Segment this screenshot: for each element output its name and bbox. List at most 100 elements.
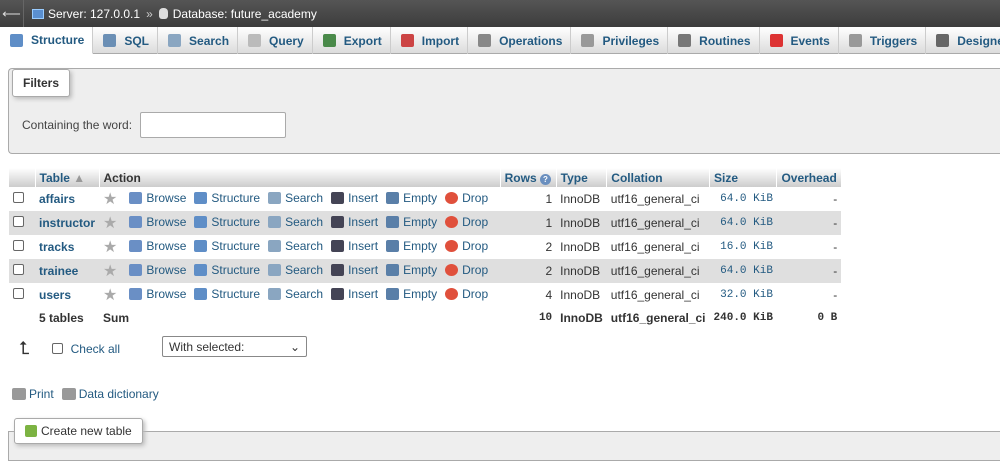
check-all-label[interactable]: Check all	[71, 342, 120, 356]
structure-link[interactable]: Structure	[194, 287, 260, 301]
tab-privileges[interactable]: Privileges	[571, 27, 669, 54]
tab-routines[interactable]: Routines	[668, 27, 760, 54]
browse-link[interactable]: Browse	[129, 191, 186, 205]
header-rows[interactable]: Rows ?	[500, 168, 557, 187]
empty-link[interactable]: Empty	[386, 191, 437, 205]
import-icon	[400, 34, 414, 47]
dictionary-icon	[61, 388, 76, 400]
create-table-button[interactable]: Create new table	[14, 418, 143, 444]
search-link[interactable]: Search	[268, 263, 323, 277]
summary-label: Sum	[99, 307, 501, 328]
check-all-bar: ⮤ Check all	[19, 338, 120, 359]
browse-link[interactable]: Browse	[129, 263, 186, 277]
star-icon[interactable]: ★	[103, 287, 117, 304]
tab-search[interactable]: Search	[158, 27, 239, 54]
header-type[interactable]: Type	[556, 168, 608, 187]
summary-row: 5 tables Sum 10 InnoDB utf16_general_ci 240.0…	[9, 307, 842, 328]
row-checkbox[interactable]	[13, 216, 24, 227]
search-link[interactable]: Search	[268, 287, 323, 301]
row-overhead: -	[776, 235, 842, 259]
database-icon	[158, 8, 168, 19]
tab-designer[interactable]: Designer	[926, 27, 1000, 54]
filters-panel	[8, 68, 1000, 154]
table-name-link[interactable]: affairs	[35, 187, 100, 211]
row-checkbox[interactable]	[13, 264, 24, 275]
empty-link[interactable]: Empty	[386, 215, 437, 229]
server-icon	[32, 8, 44, 19]
header-size[interactable]: Size	[709, 168, 778, 187]
tab-events[interactable]: Events	[760, 27, 839, 54]
drop-link[interactable]: Drop	[445, 191, 488, 205]
drop-link[interactable]: Drop	[445, 215, 488, 229]
row-size: 64.0 KiB	[709, 211, 777, 235]
browse-link[interactable]: Browse	[129, 287, 186, 301]
tables-list: Table ▲ Action Rows ? Type Collation Siz…	[9, 168, 842, 328]
row-count: 1	[500, 211, 557, 235]
drop-icon	[445, 263, 459, 276]
back-arrow-icon[interactable]: ⟵	[0, 0, 24, 27]
with-selected-select[interactable]: With selected: ⌄	[162, 336, 307, 357]
structure-link[interactable]: Structure	[194, 239, 260, 253]
drop-link[interactable]: Drop	[445, 287, 488, 301]
table-name-link[interactable]: trainee	[35, 259, 100, 283]
structure-link[interactable]: Structure	[194, 263, 260, 277]
search-link[interactable]: Search	[268, 191, 323, 205]
data-dictionary-link[interactable]: Data dictionary	[61, 387, 159, 401]
table-name-link[interactable]: users	[35, 283, 100, 307]
tab-export[interactable]: Export	[313, 27, 391, 54]
summary-overhead: 0 B	[776, 307, 842, 328]
triggers-icon	[848, 34, 862, 47]
drop-link[interactable]: Drop	[445, 239, 488, 253]
row-checkbox[interactable]	[13, 288, 24, 299]
structure-icon	[194, 263, 208, 276]
star-icon[interactable]: ★	[103, 239, 117, 256]
structure-link[interactable]: Structure	[194, 191, 260, 205]
star-icon[interactable]: ★	[103, 191, 117, 208]
tab-query[interactable]: Query	[238, 27, 313, 54]
header-overhead[interactable]: Overhead	[776, 168, 842, 187]
browse-link[interactable]: Browse	[129, 239, 186, 253]
tab-import[interactable]: Import	[391, 27, 469, 54]
insert-link[interactable]: Insert	[331, 215, 378, 229]
check-all-checkbox[interactable]	[51, 343, 63, 354]
search-link[interactable]: Search	[268, 239, 323, 253]
new-table-icon	[25, 425, 37, 437]
insert-link[interactable]: Insert	[331, 191, 378, 205]
star-icon[interactable]: ★	[103, 215, 117, 232]
structure-link[interactable]: Structure	[194, 215, 260, 229]
search-link[interactable]: Search	[268, 215, 323, 229]
search-icon	[268, 239, 282, 252]
drop-link[interactable]: Drop	[445, 263, 488, 277]
print-bar: Print Data dictionary	[12, 387, 167, 401]
print-link[interactable]: Print	[12, 387, 54, 401]
empty-link[interactable]: Empty	[386, 263, 437, 277]
star-icon[interactable]: ★	[103, 263, 117, 280]
insert-link[interactable]: Insert	[331, 287, 378, 301]
insert-link[interactable]: Insert	[331, 239, 378, 253]
drop-icon	[445, 239, 459, 252]
structure-icon	[194, 215, 208, 228]
row-checkbox[interactable]	[13, 192, 24, 203]
drop-icon	[445, 287, 459, 300]
empty-icon	[386, 215, 400, 228]
table-name-link[interactable]: tracks	[35, 235, 100, 259]
header-table[interactable]: Table ▲	[35, 168, 100, 187]
tab-operations[interactable]: Operations	[468, 27, 572, 54]
browse-link[interactable]: Browse	[129, 215, 186, 229]
header-action: Action	[99, 168, 501, 187]
filters-legend: Filters	[12, 69, 71, 97]
tab-structure[interactable]: Structure	[0, 27, 94, 54]
row-checkbox[interactable]	[13, 240, 24, 251]
filter-input[interactable]	[140, 112, 286, 138]
breadcrumb-database[interactable]: Database: future_academy	[158, 7, 317, 21]
tab-sql[interactable]: SQL	[93, 27, 159, 54]
row-actions: ★ Browse Structure Search Insert Empty Drop	[99, 211, 501, 235]
tab-triggers[interactable]: Triggers	[839, 27, 927, 54]
breadcrumb-server[interactable]: Server: 127.0.0.1	[32, 7, 140, 21]
empty-link[interactable]: Empty	[386, 287, 437, 301]
header-collation[interactable]: Collation	[606, 168, 711, 187]
empty-link[interactable]: Empty	[386, 239, 437, 253]
table-name-link[interactable]: instructor	[35, 211, 100, 235]
designer-icon	[936, 34, 950, 47]
insert-link[interactable]: Insert	[331, 263, 378, 277]
